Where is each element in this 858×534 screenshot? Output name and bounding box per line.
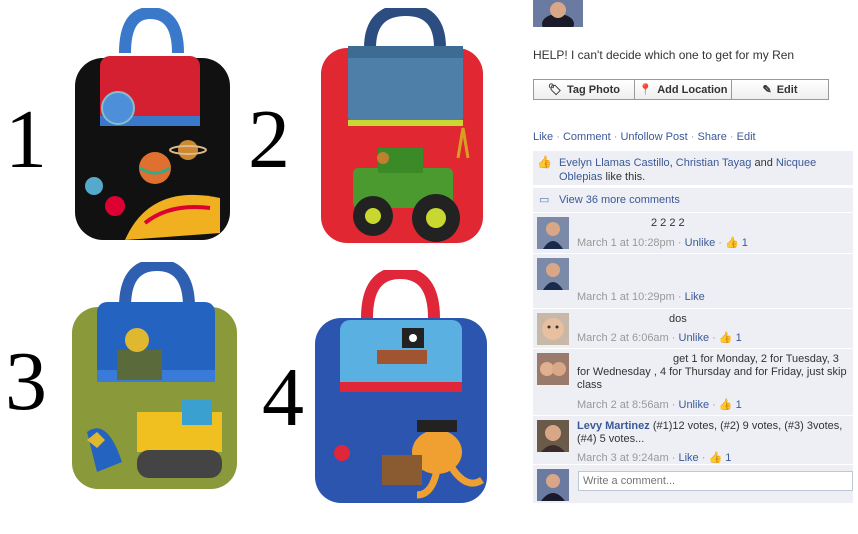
comment: get 1 for Monday, 2 for Tuesday, 3 for W…: [533, 349, 853, 416]
comment-time[interactable]: March 2 at 6:06am: [577, 332, 669, 344]
comment-time[interactable]: March 2 at 8:56am: [577, 399, 669, 411]
post-photo[interactable]: 1 2 3 4: [0, 0, 513, 534]
likes-summary: 👍 Evelyn Llamas Castillo, Christian Taya…: [533, 151, 853, 186]
view-more-comments-label[interactable]: View 36 more comments: [559, 194, 680, 206]
comment-body: Levy Martinez (#1)12 votes, (#2) 9 votes…: [577, 420, 847, 446]
backpack-3-image: [72, 262, 237, 489]
commenter-avatar[interactable]: [537, 258, 569, 290]
pencil-icon: ✎: [762, 84, 772, 96]
comment-time[interactable]: March 1 at 10:29pm: [577, 291, 675, 303]
comment: March 1 at 10:29pm · Like: [533, 254, 853, 309]
thumbs-up-icon: 👍: [724, 237, 739, 249]
comment-like-count[interactable]: 👍 1: [719, 399, 742, 411]
comment-input[interactable]: [578, 471, 853, 491]
option-label-2: 2: [248, 93, 290, 186]
like-count-value: 1: [735, 332, 742, 344]
thumbs-up-icon: 👍: [537, 155, 552, 169]
thumbs-up-icon: 👍: [708, 452, 723, 464]
option-label-4: 4: [262, 351, 304, 444]
comment-time[interactable]: March 3 at 9:24am: [577, 452, 669, 464]
option-label-3: 3: [5, 335, 47, 428]
backpack-2-image: [321, 8, 483, 243]
backpack-4-image: [315, 270, 487, 503]
comment-time[interactable]: March 1 at 10:28pm: [577, 237, 675, 249]
commenter-avatar[interactable]: [537, 353, 569, 385]
comment-text: get 1 for Monday, 2 for Tuesday, 3 for W…: [577, 353, 847, 391]
comment-composer: [533, 465, 853, 503]
post-action-links: Like · Comment · Unfollow Post · Share ·…: [533, 131, 756, 143]
comment-bubble-icon: ▭: [539, 194, 550, 206]
option-label-1: 1: [5, 93, 47, 186]
add-location-label: Add Location: [657, 84, 728, 96]
add-location-button[interactable]: 📍 Add Location: [634, 79, 732, 100]
commenter-avatar[interactable]: [537, 217, 569, 249]
comment-text: 2 2 2 2: [651, 217, 685, 229]
like-count-value: 1: [741, 237, 748, 249]
comment-author[interactable]: Levy Martinez: [577, 420, 650, 432]
thumbs-up-icon: 👍: [718, 399, 733, 411]
facebook-post-panel: HELP! I can't decide which one to get fo…: [513, 0, 858, 534]
like-count-value: 1: [725, 452, 732, 464]
share-link[interactable]: Share: [697, 131, 726, 143]
unlike-link[interactable]: Unlike: [685, 237, 716, 249]
comment: Levy Martinez (#1)12 votes, (#2) 9 votes…: [533, 416, 853, 465]
likes-and-text: and: [754, 157, 773, 169]
unlike-link[interactable]: Unlike: [679, 332, 710, 344]
comment: dos March 2 at 6:06am · Unlike · 👍 1: [533, 309, 853, 349]
edit-label: Edit: [776, 84, 798, 96]
unlike-link[interactable]: Unlike: [679, 399, 710, 411]
backpack-1-image: [75, 8, 230, 240]
person-icon: [533, 0, 583, 27]
commenter-avatar[interactable]: [537, 420, 569, 452]
my-avatar[interactable]: [537, 469, 569, 501]
comment-like-count[interactable]: 👍 1: [708, 452, 731, 464]
tag-icon: 🏷: [548, 84, 562, 96]
edit-button[interactable]: ✎ Edit: [731, 79, 829, 100]
like-link[interactable]: Like: [679, 452, 699, 464]
like-link[interactable]: Like: [685, 291, 705, 303]
thumbs-up-icon: 👍: [718, 332, 733, 344]
tag-photo-label: Tag Photo: [567, 84, 620, 96]
commenter-avatar[interactable]: [537, 313, 569, 345]
poster-avatar[interactable]: [533, 0, 583, 27]
tag-photo-button[interactable]: 🏷 Tag Photo: [533, 79, 635, 100]
location-pin-icon: 📍: [638, 84, 653, 96]
comment-text: dos: [669, 313, 687, 325]
liker-name[interactable]: Christian Tayag: [676, 157, 752, 169]
comment-link[interactable]: Comment: [563, 131, 611, 143]
likes-suffix: like this.: [605, 171, 646, 183]
liker-name[interactable]: Evelyn Llamas Castillo: [559, 157, 670, 169]
post-text: HELP! I can't decide which one to get fo…: [533, 48, 795, 62]
like-count-value: 1: [735, 399, 742, 411]
like-link[interactable]: Like: [533, 131, 553, 143]
edit-link[interactable]: Edit: [737, 131, 756, 143]
comment-like-count[interactable]: 👍 1: [719, 332, 742, 344]
view-more-comments[interactable]: ▭ View 36 more comments: [533, 188, 853, 213]
comment: 2 2 2 2 March 1 at 10:28pm · Unlike · 👍 …: [533, 213, 853, 254]
comment-like-count[interactable]: 👍 1: [725, 237, 748, 249]
unfollow-post-link[interactable]: Unfollow Post: [620, 131, 687, 143]
